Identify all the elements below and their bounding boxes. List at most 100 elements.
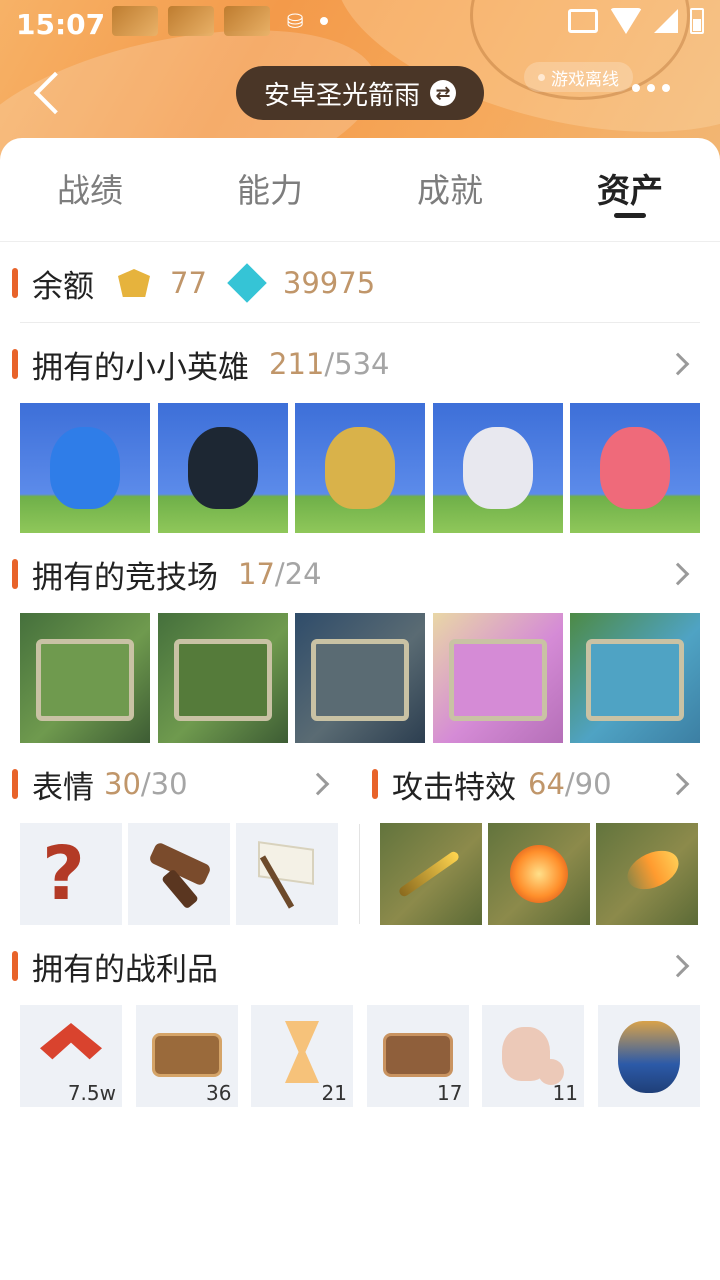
chevron-right-icon[interactable] bbox=[666, 562, 690, 586]
rank-chevron-icon bbox=[40, 1023, 102, 1060]
tab-record[interactable]: 战绩 bbox=[0, 138, 180, 238]
hero-thumbnail[interactable] bbox=[432, 403, 563, 533]
loot-title: 拥有的战利品 bbox=[32, 951, 218, 988]
hero-thumbnail[interactable] bbox=[20, 403, 150, 533]
x2-token-icon bbox=[151, 1033, 222, 1077]
loot-item[interactable]: 7.5w bbox=[20, 1005, 122, 1107]
section-accent-bar bbox=[12, 559, 18, 589]
arenas-grid bbox=[20, 613, 708, 743]
status-badge: 游戏离线 bbox=[524, 62, 633, 92]
divider bbox=[20, 322, 700, 323]
tab-achievement[interactable]: 成就 bbox=[360, 138, 540, 238]
loot-item[interactable]: 36 bbox=[135, 1005, 238, 1107]
golden-arrow-effect bbox=[397, 849, 461, 899]
dot-icon bbox=[662, 84, 670, 92]
section-accent-bar bbox=[12, 268, 18, 298]
emote-thumbnail[interactable]: ? bbox=[20, 823, 122, 925]
wifi-icon bbox=[610, 8, 642, 34]
emote-thumbnail[interactable] bbox=[128, 823, 230, 925]
notification-heartbeat-icon bbox=[224, 6, 270, 36]
signal-icon bbox=[654, 9, 678, 33]
chevron-right-icon[interactable] bbox=[306, 772, 330, 796]
loot-count: 7.5w bbox=[67, 1081, 116, 1105]
status-badge-label: 游戏离线 bbox=[551, 69, 619, 90]
balance-title: 余额 bbox=[32, 268, 94, 305]
section-accent-bar bbox=[12, 349, 18, 379]
dot-icon bbox=[632, 84, 640, 92]
database-icon: ⛁ bbox=[286, 9, 304, 33]
treasure-bag-icon bbox=[617, 1021, 680, 1093]
chevron-right-icon[interactable] bbox=[666, 772, 690, 796]
emote-thumbnail[interactable] bbox=[236, 823, 338, 925]
loot-count: 36 bbox=[206, 1081, 232, 1105]
loot-item[interactable]: 17 bbox=[366, 1005, 469, 1107]
arenas-section-header[interactable]: 拥有的竞技场 17/24 bbox=[12, 552, 322, 596]
loot-count: 17 bbox=[437, 1081, 463, 1105]
gem-icon bbox=[229, 265, 265, 301]
loot-item[interactable] bbox=[597, 1005, 700, 1107]
assets-page: 15:07 ⛁ 安卓圣光箭雨 ⇄ 游戏离线 战绩 能力 成就 资产 余额 77 … bbox=[0, 0, 720, 1280]
notification-game-icon bbox=[112, 6, 158, 36]
emotes-section-header[interactable]: 表情 30/30 bbox=[12, 762, 188, 806]
crest-coin-icon bbox=[116, 265, 152, 301]
attack-effects-section-header[interactable]: 攻击特效 64/90 bbox=[372, 762, 612, 806]
dot-icon bbox=[647, 84, 655, 92]
arena-thumbnail[interactable] bbox=[157, 613, 288, 743]
arena-thumbnail[interactable] bbox=[570, 613, 700, 743]
hero-thumbnail[interactable] bbox=[157, 403, 288, 533]
hero-thumbnail[interactable] bbox=[295, 403, 425, 533]
emotes-count: 30/30 bbox=[104, 767, 188, 801]
heroes-title: 拥有的小小英雄 bbox=[32, 349, 249, 386]
emotes-grid: ? bbox=[20, 823, 344, 925]
section-accent-bar bbox=[372, 769, 378, 799]
attack-effects-title: 攻击特效 bbox=[392, 769, 516, 806]
cast-icon bbox=[568, 9, 598, 33]
attack-effect-thumbnail[interactable] bbox=[380, 823, 482, 925]
hourglass-icon bbox=[285, 1021, 319, 1083]
section-accent-bar bbox=[12, 769, 18, 799]
hero-thumbnail[interactable] bbox=[570, 403, 700, 533]
arenas-count: 17/24 bbox=[238, 557, 322, 591]
question-mark-icon: ? bbox=[42, 831, 85, 917]
loot-count: 21 bbox=[321, 1081, 347, 1105]
meteor-effect bbox=[621, 843, 685, 897]
battery-icon bbox=[690, 8, 704, 34]
account-name: 安卓圣光箭雨 bbox=[263, 80, 420, 111]
loot-section-header[interactable]: 拥有的战利品 bbox=[12, 944, 218, 988]
balance-section: 余额 77 39975 bbox=[12, 261, 375, 305]
status-time: 15:07 bbox=[16, 8, 106, 41]
arena-thumbnail[interactable] bbox=[432, 613, 563, 743]
more-options-button[interactable] bbox=[632, 84, 670, 92]
status-bar: 15:07 ⛁ bbox=[0, 0, 720, 48]
heroes-count: 211/534 bbox=[269, 347, 390, 381]
status-dot-icon bbox=[538, 73, 545, 81]
chevron-right-icon[interactable] bbox=[666, 954, 690, 978]
header: 15:07 ⛁ 安卓圣光箭雨 ⇄ 游戏离线 bbox=[0, 0, 720, 160]
loot-count: 11 bbox=[552, 1081, 578, 1105]
back-button[interactable] bbox=[28, 70, 68, 118]
loot-grid: 7.5w 36 21 17 11 bbox=[20, 1005, 700, 1107]
attack-effect-thumbnail[interactable] bbox=[596, 823, 698, 925]
arenas-title: 拥有的竞技场 bbox=[32, 559, 218, 596]
loot-item[interactable]: 11 bbox=[482, 1005, 584, 1107]
emotes-title: 表情 bbox=[32, 769, 94, 806]
gold-balance: 77 bbox=[170, 266, 207, 300]
loot-item[interactable]: 21 bbox=[251, 1005, 353, 1107]
more-notifications-dot bbox=[320, 17, 328, 25]
tab-assets[interactable]: 资产 bbox=[540, 138, 720, 238]
arena-thumbnail[interactable] bbox=[295, 613, 425, 743]
attack-effects-grid bbox=[380, 823, 704, 925]
account-switcher[interactable]: 安卓圣光箭雨 ⇄ bbox=[236, 66, 484, 120]
x2-rank-token-icon bbox=[382, 1033, 453, 1077]
notification-hex-icon bbox=[168, 6, 214, 36]
arena-thumbnail[interactable] bbox=[20, 613, 150, 743]
attack-effects-count: 64/90 bbox=[528, 767, 612, 801]
tab-bar: 战绩 能力 成就 资产 bbox=[0, 138, 720, 242]
attack-effect-thumbnail[interactable] bbox=[488, 823, 590, 925]
fire-burst-effect bbox=[510, 845, 568, 903]
chevron-right-icon[interactable] bbox=[666, 352, 690, 376]
divider bbox=[359, 824, 360, 924]
heroes-section-header[interactable]: 拥有的小小英雄 211/534 bbox=[12, 342, 389, 386]
section-accent-bar bbox=[12, 951, 18, 981]
tab-ability[interactable]: 能力 bbox=[180, 138, 360, 238]
